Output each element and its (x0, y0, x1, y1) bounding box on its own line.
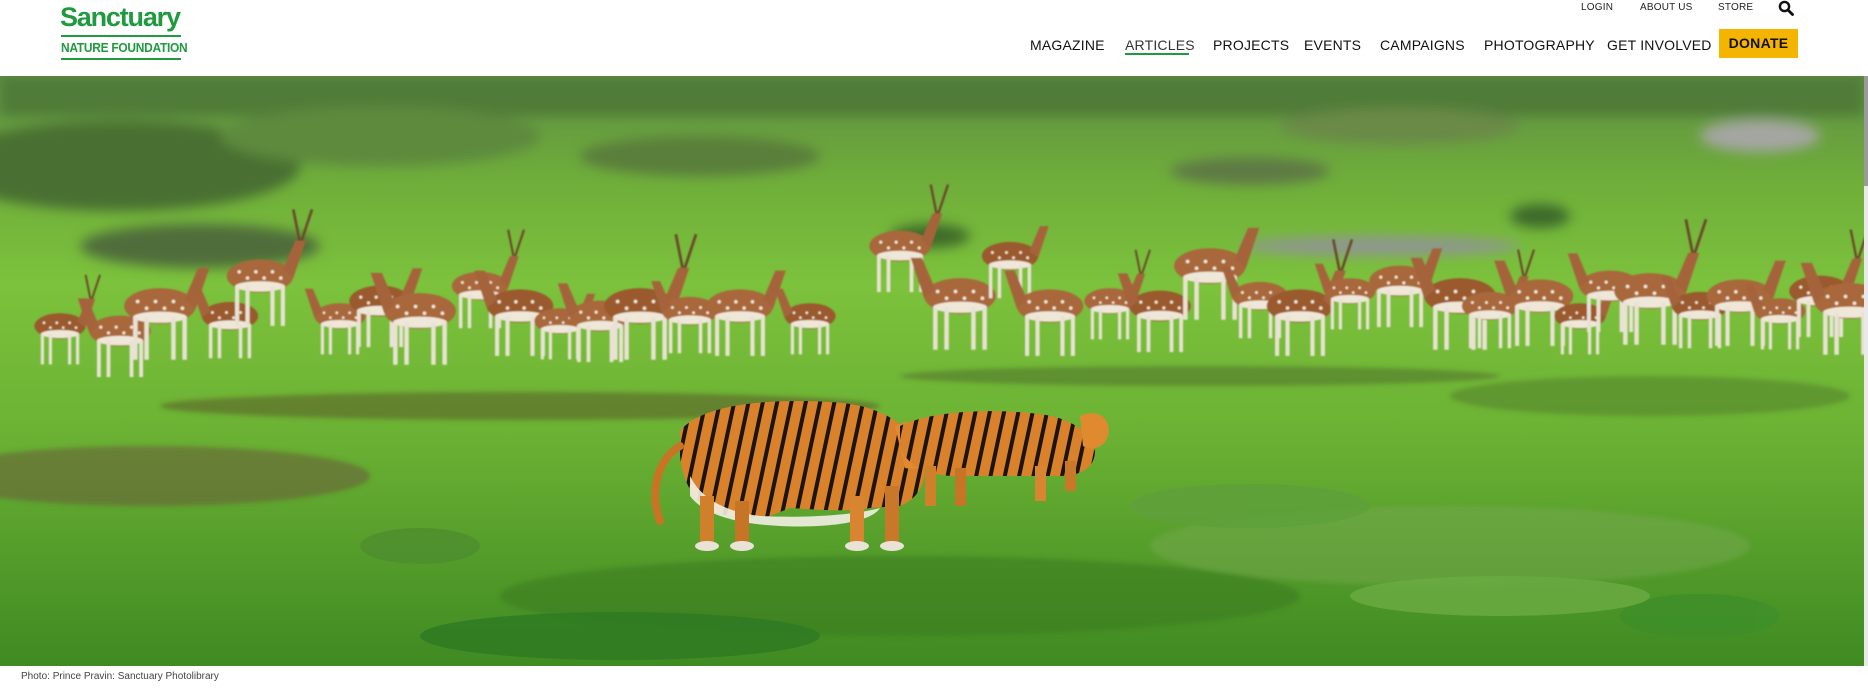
about-us-link[interactable]: ABOUT US (1640, 2, 1693, 13)
nav-events[interactable]: EVENTS (1304, 37, 1361, 53)
search-icon[interactable] (1778, 0, 1794, 16)
page-scrollbar[interactable] (1864, 76, 1868, 666)
nav-magazine[interactable]: MAGAZINE (1030, 37, 1105, 53)
hero-photo-illustration (0, 76, 1864, 666)
scrollbar-thumb[interactable] (1864, 76, 1868, 186)
site-logo[interactable]: Sanctuary NATURE FOUNDATION (60, 2, 188, 62)
nav-photography[interactable]: PHOTOGRAPHY (1484, 37, 1595, 53)
site-header: Sanctuary NATURE FOUNDATION LOGIN ABOUT … (0, 0, 1868, 76)
logo-rule-top (61, 35, 181, 37)
store-link[interactable]: STORE (1718, 2, 1753, 13)
login-link[interactable]: LOGIN (1581, 2, 1613, 13)
nav-campaigns[interactable]: CAMPAIGNS (1380, 37, 1465, 53)
hero-image (0, 76, 1864, 666)
nav-get-involved[interactable]: GET INVOLVED (1607, 37, 1712, 53)
nav-articles[interactable]: ARTICLES (1125, 37, 1195, 53)
photo-caption: Photo: Prince Pravin: Sanctuary Photolib… (21, 671, 219, 682)
nav-projects[interactable]: PROJECTS (1213, 37, 1289, 53)
donate-button[interactable]: DONATE (1719, 29, 1798, 58)
logo-wordmark: Sanctuary (60, 2, 181, 32)
logo-rule-bottom (61, 58, 181, 60)
active-nav-underline (1125, 53, 1189, 55)
logo-subtitle: NATURE FOUNDATION (61, 40, 188, 55)
